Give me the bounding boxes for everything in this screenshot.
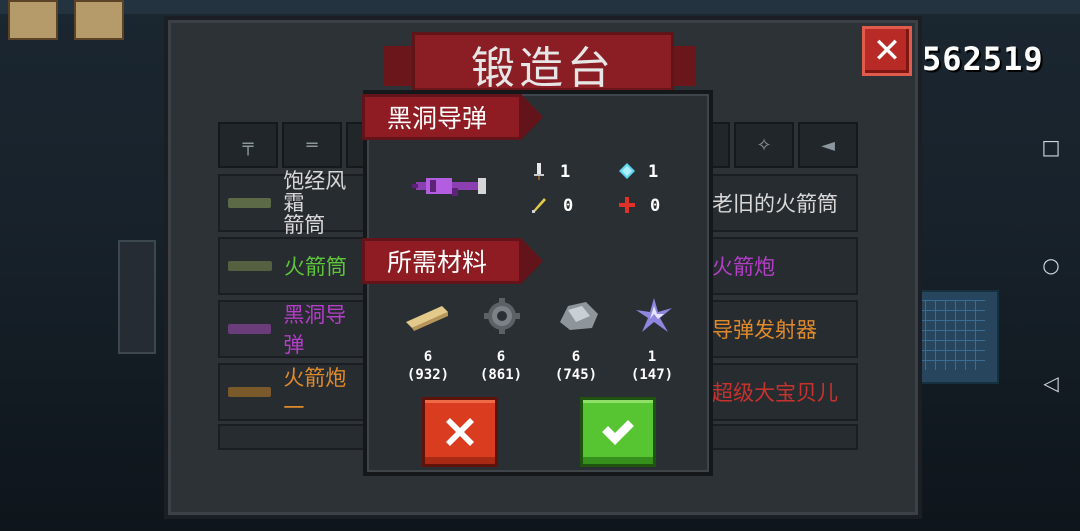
weapon-row[interactable]: 黑洞导弹	[218, 300, 368, 358]
recent-apps-button[interactable]: □	[1040, 136, 1062, 158]
cancel-button[interactable]	[422, 397, 498, 467]
close-icon: ✕	[872, 31, 902, 71]
weapon-row[interactable]: 饱经风霜 箭筒	[218, 170, 368, 236]
material-need: 6	[571, 349, 581, 365]
weapon-name: 老旧的火箭筒	[712, 192, 838, 216]
weapon-name: 黑洞导弹	[283, 303, 347, 357]
home-button[interactable]: ○	[1040, 254, 1062, 276]
pistol-icon: ╤	[242, 134, 254, 156]
weapon-name-ribbon: 黑洞导弹	[362, 94, 543, 140]
weapon-icon	[228, 261, 272, 271]
weapon-row[interactable]: 火箭炮一	[218, 363, 368, 421]
crit-icon	[532, 198, 546, 213]
weapon-name: 超级大宝贝儿	[712, 381, 838, 405]
wall-trim	[0, 0, 1080, 14]
weapon-name: 饱经风霜	[283, 169, 347, 215]
weapon-row[interactable]: 老旧的火箭筒	[710, 174, 858, 232]
material-have: (932)	[406, 367, 450, 383]
spread-icon	[619, 197, 635, 213]
material-need: 6	[423, 349, 433, 365]
weapon-name: 导弹发射器	[712, 318, 817, 342]
wood-plank-icon	[406, 306, 448, 331]
triangle-back-icon: ◁	[1043, 371, 1059, 395]
weapon-name: 火箭炮	[712, 255, 775, 279]
back-button[interactable]: ◁	[1040, 372, 1062, 394]
weapon-name: 火箭筒	[284, 255, 347, 279]
materials-ribbon: 所需材料	[362, 238, 543, 284]
room-pillar	[118, 240, 156, 354]
coin-counter: 562519	[922, 40, 1044, 78]
tab-special[interactable]: ✧	[734, 122, 794, 168]
confirm-forge-button[interactable]	[580, 397, 656, 467]
tab-rifle[interactable]: ═	[282, 122, 342, 168]
weapon-row[interactable]: 导弹发射器	[710, 300, 858, 358]
weapon-row[interactable]: 超级大宝贝儿	[710, 363, 858, 421]
material-have: (861)	[479, 367, 523, 383]
weapon-icon	[228, 198, 272, 208]
page-title: 锻造台	[412, 32, 674, 96]
popup-weapon-name: 黑洞导弹	[387, 104, 488, 133]
tab-fish[interactable]: ◄	[798, 122, 858, 168]
damage-value: 1	[560, 162, 571, 182]
material-need: 6	[496, 349, 506, 365]
energy-icon	[619, 163, 635, 179]
ore-icon	[560, 302, 598, 330]
fish-icon: ◄	[821, 134, 835, 156]
weapon-icon	[228, 324, 272, 334]
material-have: (745)	[554, 367, 598, 383]
machine-screen	[915, 300, 985, 370]
weapon-row[interactable]: 火箭筒	[218, 237, 368, 295]
rifle-icon: ═	[306, 134, 318, 156]
close-icon	[446, 418, 474, 446]
weapon-name: 火箭炮一	[283, 366, 347, 420]
crosshair-icon: ✧	[756, 134, 772, 156]
checkmark-icon	[602, 420, 634, 445]
damage-icon	[534, 163, 544, 180]
crystal-shard-icon	[636, 298, 672, 332]
material-need: 1	[647, 349, 657, 365]
circle-icon: ○	[1042, 253, 1060, 277]
energy-value: 1	[648, 162, 659, 182]
weapon-row[interactable]: 火箭炮	[710, 237, 858, 295]
spread-value: 0	[650, 196, 661, 216]
weapon-name-line2: 箭筒	[283, 213, 326, 237]
materials-header: 所需材料	[387, 248, 488, 277]
gear-icon	[484, 298, 520, 334]
material-have: (147)	[630, 367, 674, 383]
crit-value: 0	[563, 196, 574, 216]
wall-frame	[8, 0, 58, 40]
close-panel-button[interactable]: ✕	[862, 26, 912, 76]
tab-pistol[interactable]: ╤	[218, 122, 278, 168]
black-hole-missile-icon	[412, 178, 486, 196]
square-icon: □	[1041, 135, 1061, 159]
weapon-icon	[228, 387, 272, 397]
wall-frame	[74, 0, 124, 40]
